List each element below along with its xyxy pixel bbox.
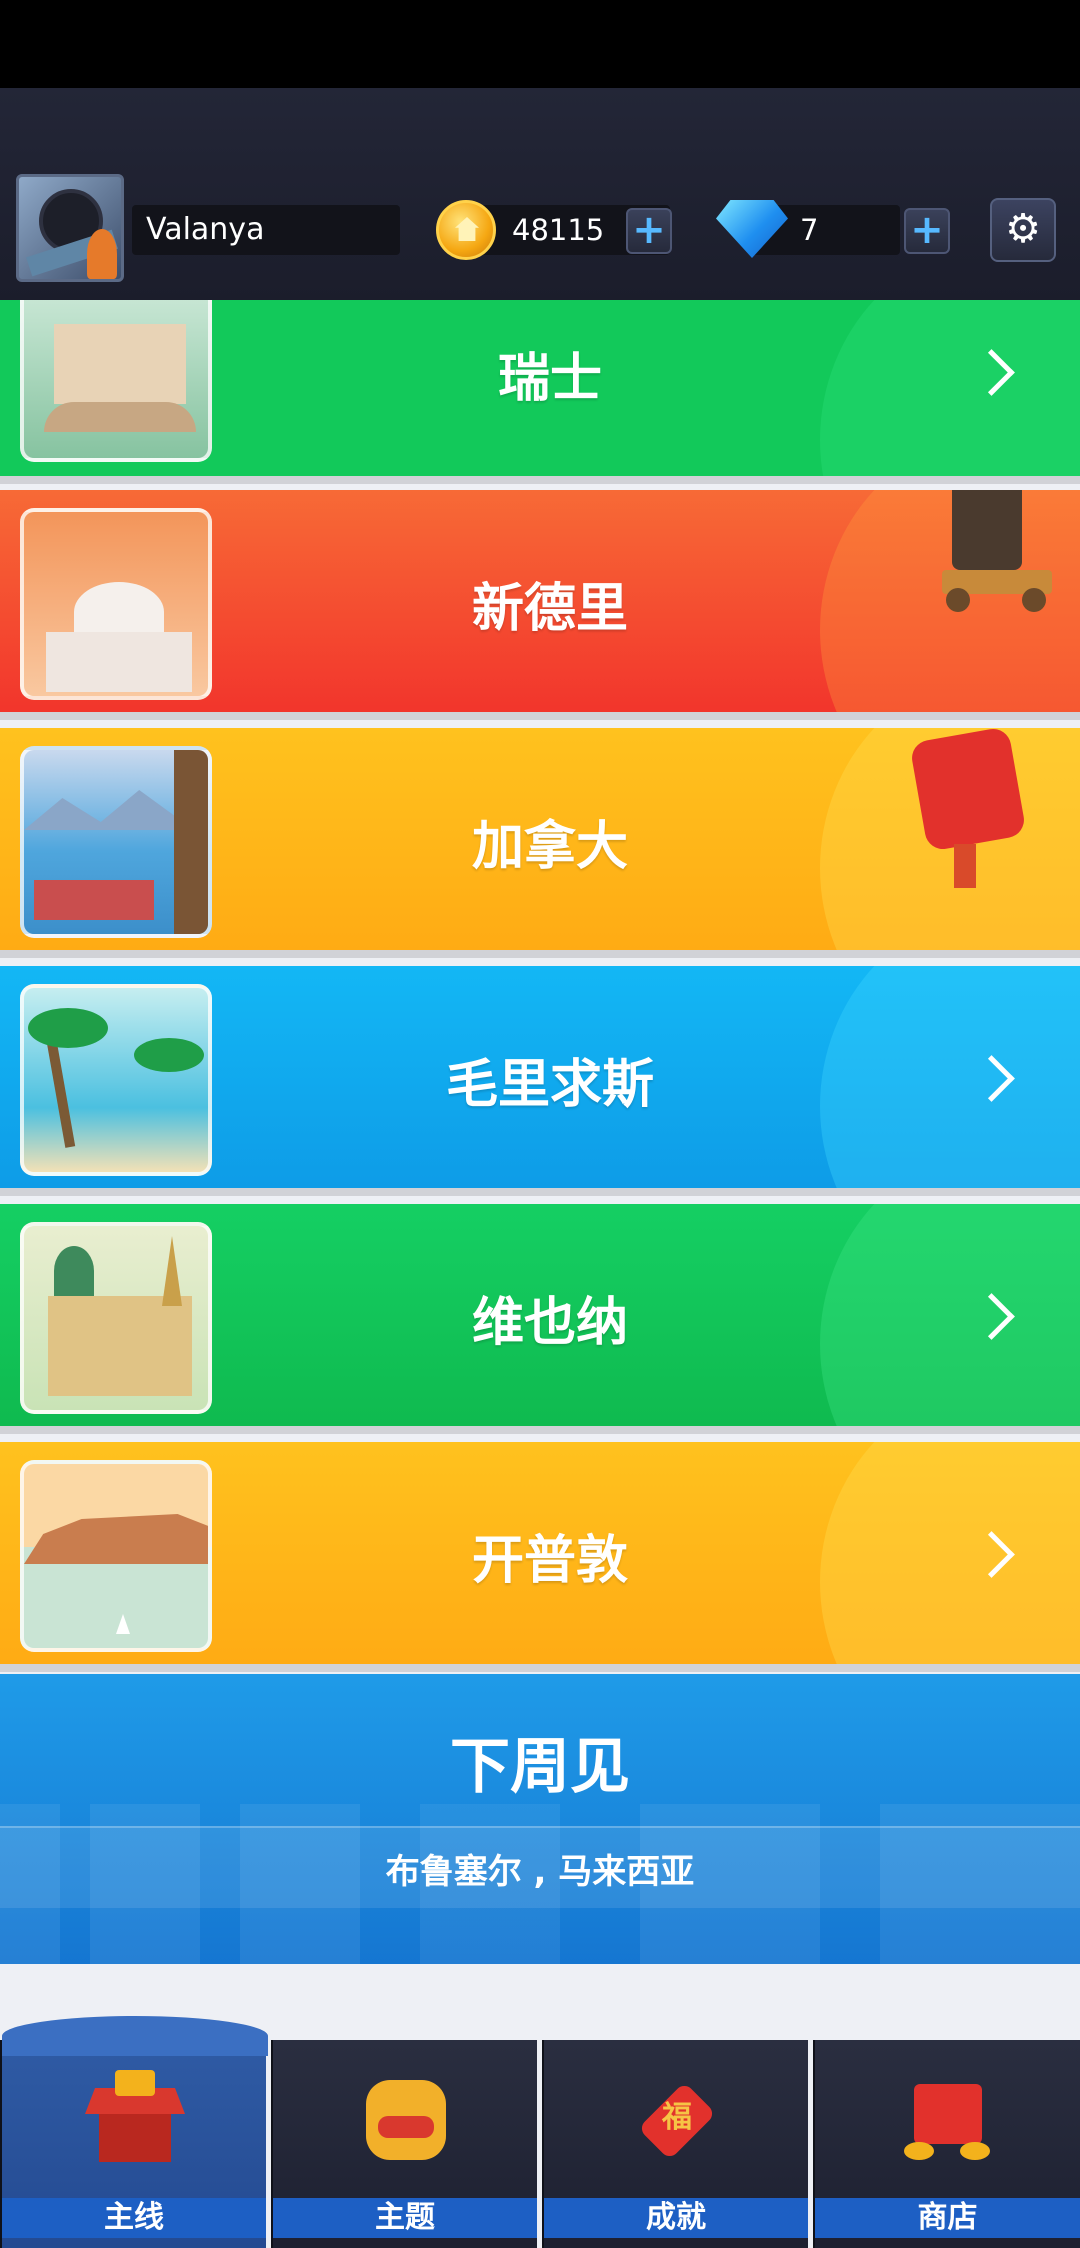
palm-leaves-shape xyxy=(134,1038,204,1072)
next-week-title: 下周见 xyxy=(450,1732,630,1802)
table-mountain-shape xyxy=(24,1514,208,1564)
level-title: 新德里 xyxy=(471,579,628,639)
tab-themes[interactable]: 主题 xyxy=(271,2040,537,2248)
level-title: 维也纳 xyxy=(471,1293,628,1353)
taj-base-shape xyxy=(46,632,192,692)
level-title: 加拿大 xyxy=(471,817,628,877)
sailboat-shape xyxy=(116,1614,130,1634)
lion-dance-icon xyxy=(356,2070,456,2170)
level-title: 开普敦 xyxy=(471,1531,628,1591)
add-coins-button[interactable]: + xyxy=(626,208,672,254)
vienna-thumbnail xyxy=(20,1222,212,1414)
cape-town-thumbnail xyxy=(20,1460,212,1652)
fu-lantern-icon: 福 xyxy=(627,2070,727,2170)
tab-label: 商店 xyxy=(815,2198,1080,2238)
spire-shape xyxy=(162,1236,182,1306)
tab-label: 主题 xyxy=(273,2198,537,2238)
level-card-new-delhi[interactable]: 新德里 xyxy=(0,490,1080,712)
mauritius-thumbnail xyxy=(20,984,212,1176)
houses-shape xyxy=(34,880,154,920)
trojan-horse-icon xyxy=(932,490,1062,620)
tab-main[interactable]: 主线 xyxy=(0,2016,268,2248)
card-shine xyxy=(820,966,1080,1188)
bottom-tab-bar: 主线 主题 福 成就 商店 xyxy=(0,2016,1080,2248)
palm-leaves-shape xyxy=(28,1008,108,1048)
pagoda-icon xyxy=(85,2070,185,2170)
top-bar: Valanya 48115 + 7 + xyxy=(0,88,1080,300)
add-gems-button[interactable]: + xyxy=(904,208,950,254)
tab-label: 成就 xyxy=(544,2198,808,2238)
next-week-banner: 下周见 布鲁塞尔 , 马来西亚 xyxy=(0,1674,1080,1964)
username-label: Valanya xyxy=(132,205,400,255)
level-card-cape-town[interactable]: 开普敦 xyxy=(0,1442,1080,1664)
card-shine xyxy=(820,1442,1080,1664)
switzerland-thumbnail xyxy=(20,300,212,462)
card-shine xyxy=(820,1204,1080,1426)
red-lantern-icon xyxy=(909,728,1027,894)
avatar[interactable] xyxy=(16,174,124,282)
bridge-shape xyxy=(44,402,196,432)
gear-icon[interactable]: ⚙ xyxy=(990,198,1056,262)
active-tab-cap xyxy=(2,2016,268,2056)
level-card-switzerland[interactable]: 瑞士 xyxy=(0,300,1080,476)
coin-icon xyxy=(436,200,496,260)
tab-label: 主线 xyxy=(2,2198,266,2238)
tab-achievements[interactable]: 福 成就 xyxy=(542,2040,808,2248)
status-bar xyxy=(0,0,1080,88)
totem-shape xyxy=(174,750,208,934)
tab-shop[interactable]: 商店 xyxy=(813,2040,1080,2248)
card-shine xyxy=(820,300,1080,476)
level-card-mauritius[interactable]: 毛里求斯 xyxy=(0,966,1080,1188)
canada-thumbnail xyxy=(20,746,212,938)
flame xyxy=(87,229,117,279)
dome-shape xyxy=(54,1246,94,1296)
level-title: 瑞士 xyxy=(497,349,602,409)
building-shape xyxy=(48,1296,192,1396)
palace-shape xyxy=(54,324,186,404)
red-envelope-icon xyxy=(898,2070,998,2170)
new-delhi-thumbnail xyxy=(20,508,212,700)
level-card-vienna[interactable]: 维也纳 xyxy=(0,1204,1080,1426)
level-title: 毛里求斯 xyxy=(445,1055,654,1115)
next-week-cities: 布鲁塞尔 , 马来西亚 xyxy=(385,1852,695,1892)
level-card-canada[interactable]: 加拿大 xyxy=(0,728,1080,950)
